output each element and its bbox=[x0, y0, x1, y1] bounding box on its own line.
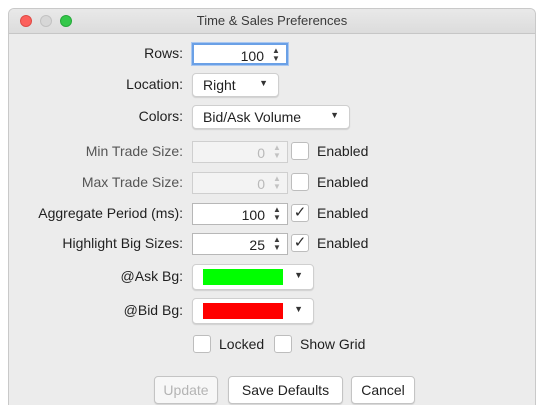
colors-select[interactable]: Bid/Ask Volume ▼ bbox=[192, 105, 350, 129]
stepper-arrows-icon[interactable]: ▲ ▼ bbox=[271, 144, 283, 160]
chevron-down-icon: ▼ bbox=[330, 110, 339, 120]
update-button[interactable]: Update bbox=[154, 376, 218, 404]
max-trade-size-enabled-label: Enabled bbox=[317, 174, 369, 190]
title-bar: Time & Sales Preferences bbox=[9, 9, 535, 34]
aggregate-period-enabled-checkbox[interactable]: ✓ bbox=[291, 204, 309, 222]
chevron-down-icon: ▼ bbox=[259, 78, 268, 88]
ask-bg-color-picker[interactable]: ▼ bbox=[192, 264, 314, 290]
colors-label: Colors: bbox=[138, 108, 183, 124]
location-row: Location: Right ▼ bbox=[9, 73, 535, 97]
window-title: Time & Sales Preferences bbox=[196, 13, 348, 28]
colors-row: Colors: Bid/Ask Volume ▼ bbox=[9, 105, 535, 129]
highlight-big-sizes-row: Highlight Big Sizes: 25 ▲ ▼ ✓ Enabled bbox=[9, 232, 535, 256]
min-trade-size-value[interactable]: 0 bbox=[257, 145, 265, 161]
bid-bg-color-picker[interactable]: ▼ bbox=[192, 298, 314, 324]
stepper-arrows-icon[interactable]: ▲ ▼ bbox=[270, 47, 282, 63]
max-trade-size-stepper[interactable]: 0 ▲ ▼ bbox=[192, 172, 288, 194]
location-select[interactable]: Right ▼ bbox=[192, 73, 279, 97]
bid-bg-row: @Bid Bg: ▼ bbox=[9, 298, 535, 324]
location-label: Location: bbox=[126, 76, 183, 92]
min-trade-size-enabled-checkbox[interactable] bbox=[291, 142, 309, 160]
highlight-big-sizes-enabled-checkbox[interactable]: ✓ bbox=[291, 234, 309, 252]
save-defaults-button[interactable]: Save Defaults bbox=[228, 376, 343, 404]
highlight-big-sizes-enabled-label: Enabled bbox=[317, 235, 369, 251]
show-grid-label: Show Grid bbox=[300, 336, 366, 352]
min-trade-size-row: Min Trade Size: 0 ▲ ▼ Enabled bbox=[9, 140, 535, 164]
min-trade-size-stepper[interactable]: 0 ▲ ▼ bbox=[192, 141, 288, 163]
bid-bg-label: @Bid Bg: bbox=[123, 302, 183, 318]
highlight-big-sizes-stepper[interactable]: 25 ▲ ▼ bbox=[192, 233, 288, 255]
colors-selected-value: Bid/Ask Volume bbox=[203, 109, 302, 125]
rows-stepper[interactable]: 100 ▲ ▼ bbox=[192, 43, 288, 65]
aggregate-period-row: Aggregate Period (ms): 100 ▲ ▼ ✓ Enabled bbox=[9, 202, 535, 226]
locked-label: Locked bbox=[219, 336, 265, 352]
checkmark-icon: ✓ bbox=[293, 234, 307, 251]
stepper-arrows-icon[interactable]: ▲ ▼ bbox=[271, 236, 283, 252]
checkmark-icon: ✓ bbox=[293, 204, 307, 221]
chevron-down-icon: ▼ bbox=[294, 304, 303, 314]
location-selected-value: Right bbox=[203, 77, 236, 93]
ask-bg-label: @Ask Bg: bbox=[120, 268, 183, 284]
rows-value[interactable]: 100 bbox=[241, 48, 264, 64]
stepper-arrows-icon[interactable]: ▲ ▼ bbox=[271, 175, 283, 191]
ask-bg-color-swatch bbox=[203, 269, 283, 285]
locked-checkbox[interactable] bbox=[193, 335, 211, 353]
locked-grid-row: Locked Show Grid bbox=[9, 333, 535, 357]
bid-bg-color-swatch bbox=[203, 303, 283, 319]
min-trade-size-enabled-label: Enabled bbox=[317, 143, 369, 159]
aggregate-period-stepper[interactable]: 100 ▲ ▼ bbox=[192, 203, 288, 225]
rows-row: Rows: 100 ▲ ▼ bbox=[9, 42, 535, 66]
max-trade-size-value[interactable]: 0 bbox=[257, 176, 265, 192]
max-trade-size-row: Max Trade Size: 0 ▲ ▼ Enabled bbox=[9, 171, 535, 195]
highlight-big-sizes-value[interactable]: 25 bbox=[249, 237, 265, 253]
aggregate-period-enabled-label: Enabled bbox=[317, 205, 369, 221]
aggregate-period-label: Aggregate Period (ms): bbox=[38, 205, 183, 221]
max-trade-size-enabled-checkbox[interactable] bbox=[291, 173, 309, 191]
cancel-button[interactable]: Cancel bbox=[351, 376, 415, 404]
aggregate-period-value[interactable]: 100 bbox=[242, 207, 265, 223]
stepper-arrows-icon[interactable]: ▲ ▼ bbox=[271, 206, 283, 222]
max-trade-size-label: Max Trade Size: bbox=[81, 174, 183, 190]
highlight-big-sizes-label: Highlight Big Sizes: bbox=[62, 235, 183, 251]
button-bar: Update Save Defaults Cancel bbox=[9, 376, 535, 404]
chevron-down-icon: ▼ bbox=[294, 270, 303, 280]
ask-bg-row: @Ask Bg: ▼ bbox=[9, 264, 535, 290]
preferences-window: Time & Sales Preferences Rows: 100 ▲ ▼ Lo… bbox=[8, 8, 536, 405]
show-grid-checkbox[interactable] bbox=[274, 335, 292, 353]
min-trade-size-label: Min Trade Size: bbox=[85, 143, 183, 159]
rows-label: Rows: bbox=[144, 45, 183, 61]
